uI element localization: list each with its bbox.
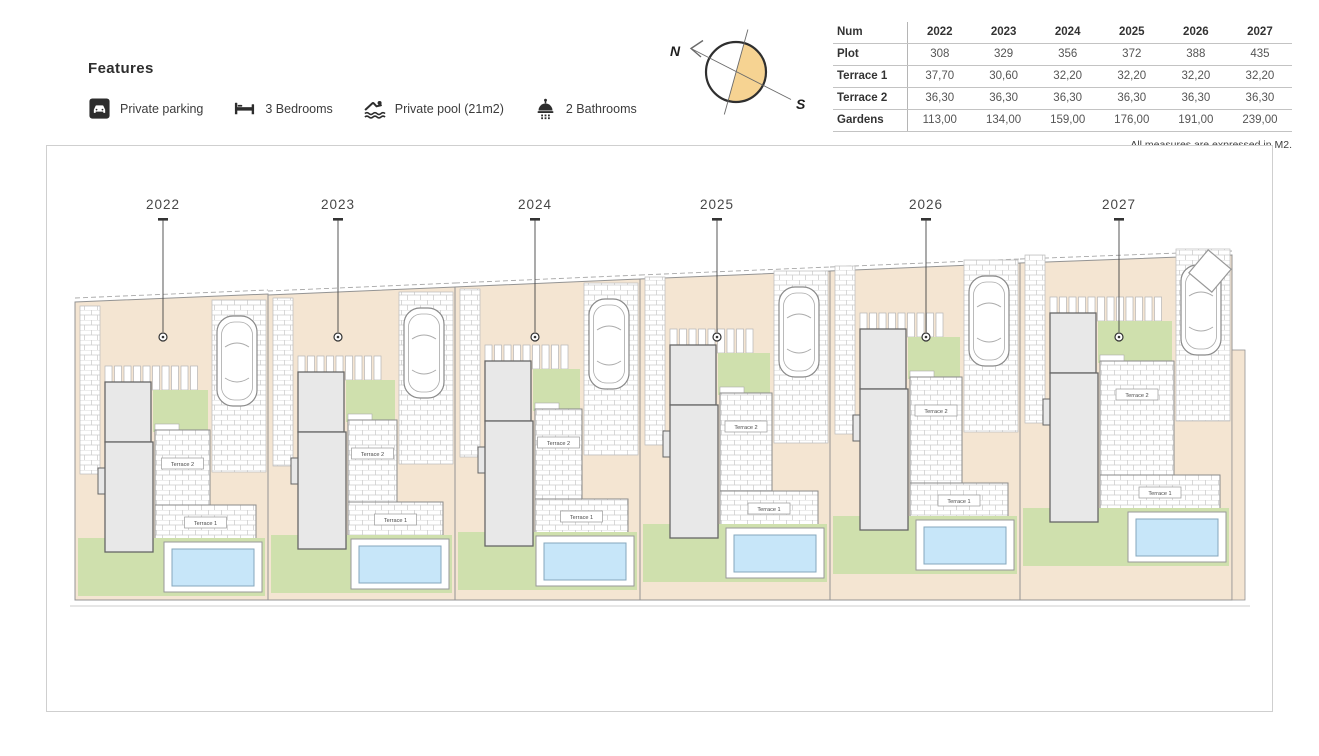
- left-paving: [273, 298, 293, 466]
- pool: [924, 527, 1006, 564]
- terrace-2-label: Terrace 2: [734, 425, 757, 431]
- year-label: 2024: [518, 197, 552, 212]
- plot-2026: Terrace 2 Terrace 1: [830, 259, 1020, 600]
- pergola-slat: [1107, 297, 1114, 321]
- pergola-slat: [172, 366, 179, 390]
- pergola-slat: [542, 345, 549, 369]
- plot-marker-dot: [925, 336, 928, 339]
- left-paving: [645, 277, 665, 445]
- pool: [172, 549, 254, 586]
- plot-marker-dot: [162, 336, 165, 339]
- pergola-slat: [365, 356, 372, 380]
- building-footprint-lower: [670, 405, 718, 538]
- building-footprint-lower: [298, 432, 346, 549]
- pergola-slat: [552, 345, 559, 369]
- terrace-2-label: Terrace 2: [547, 441, 570, 447]
- year-label: 2027: [1102, 197, 1136, 212]
- terrace-1-label: Terrace 1: [384, 518, 407, 524]
- pergola-slat: [561, 345, 568, 369]
- building-footprint-upper: [670, 345, 716, 405]
- pool: [359, 546, 441, 583]
- building-footprint-lower: [1050, 373, 1098, 522]
- year-label: 2023: [321, 197, 355, 212]
- plot-2023: Terrace 2 Terrace 1: [268, 283, 455, 600]
- pergola-slat: [355, 356, 362, 380]
- terrace-2: [535, 409, 582, 499]
- terrace-2: [910, 377, 962, 483]
- building-footprint-lower: [860, 389, 908, 530]
- plot-marker-dot: [337, 336, 340, 339]
- pergola-slat: [533, 345, 540, 369]
- site-plan-svg: Terrace 2 Terrace 1 2022 Terrace 2 Terrace 1…: [0, 0, 1319, 756]
- pergola-slat: [936, 313, 943, 337]
- pergola-slat: [162, 366, 169, 390]
- page: Features Private parking3 BedroomsPrivat…: [0, 0, 1319, 756]
- pool: [734, 535, 816, 572]
- pergola-slat: [1136, 297, 1143, 321]
- car-icon: [217, 316, 257, 406]
- plot-2025: Terrace 2 Terrace 1: [640, 267, 830, 600]
- year-label: 2026: [909, 197, 943, 212]
- pergola-slat: [1126, 297, 1133, 321]
- plot-marker-dot: [534, 336, 537, 339]
- plot-marker-dot: [1118, 336, 1121, 339]
- car-icon: [779, 287, 819, 377]
- pergola-slat: [1155, 297, 1162, 321]
- terrace-2: [1100, 361, 1174, 475]
- pergola-slat: [191, 366, 198, 390]
- car-icon: [589, 299, 629, 389]
- terrace-1-label: Terrace 1: [757, 507, 780, 513]
- pool: [1136, 519, 1218, 556]
- building-footprint-lower: [485, 421, 533, 546]
- building-footprint-upper: [1050, 313, 1096, 373]
- building-footprint-lower: [105, 442, 153, 552]
- building-footprint-upper: [298, 372, 344, 432]
- terrace-1-label: Terrace 1: [947, 499, 970, 505]
- building-footprint-upper: [860, 329, 906, 389]
- pergola-slat: [908, 313, 915, 337]
- pergola-slat: [737, 329, 744, 353]
- plot-2024: Terrace 2 Terrace 1: [455, 275, 640, 600]
- pergola-slat: [346, 356, 353, 380]
- plot-marker-dot: [716, 336, 719, 339]
- pergola-slat: [727, 329, 734, 353]
- terrace-2: [720, 393, 772, 491]
- terrace-1-label: Terrace 1: [1148, 491, 1171, 497]
- terrace-2-label: Terrace 2: [924, 409, 947, 415]
- left-paving: [80, 306, 100, 474]
- left-paving: [835, 266, 855, 434]
- terrace-2-label: Terrace 2: [1125, 393, 1148, 399]
- pergola-slat: [181, 366, 188, 390]
- pergola-slat: [1145, 297, 1152, 321]
- pergola-slat: [1098, 297, 1105, 321]
- right-edge-strip: [1232, 350, 1245, 600]
- terrace-2-label: Terrace 2: [361, 452, 384, 458]
- car-icon: [969, 276, 1009, 366]
- terrace-1-label: Terrace 1: [194, 521, 217, 527]
- building-footprint-upper: [105, 382, 151, 442]
- year-label: 2022: [146, 197, 180, 212]
- left-paving: [460, 289, 480, 457]
- pergola-slat: [374, 356, 381, 380]
- terrace-1-label: Terrace 1: [570, 515, 593, 521]
- pergola-slat: [917, 313, 924, 337]
- pergola-slat: [1117, 297, 1124, 321]
- plot-2027: Terrace 2 Terrace 1: [1020, 249, 1232, 600]
- year-label: 2025: [700, 197, 734, 212]
- building-footprint-upper: [485, 361, 531, 421]
- terrace-2-label: Terrace 2: [171, 462, 194, 468]
- pool: [544, 543, 626, 580]
- pergola-slat: [153, 366, 160, 390]
- left-paving: [1025, 255, 1045, 423]
- pergola-slat: [746, 329, 753, 353]
- terrace-2: [348, 420, 397, 502]
- car-icon: [404, 308, 444, 398]
- plot-2022: Terrace 2 Terrace 1: [75, 290, 268, 600]
